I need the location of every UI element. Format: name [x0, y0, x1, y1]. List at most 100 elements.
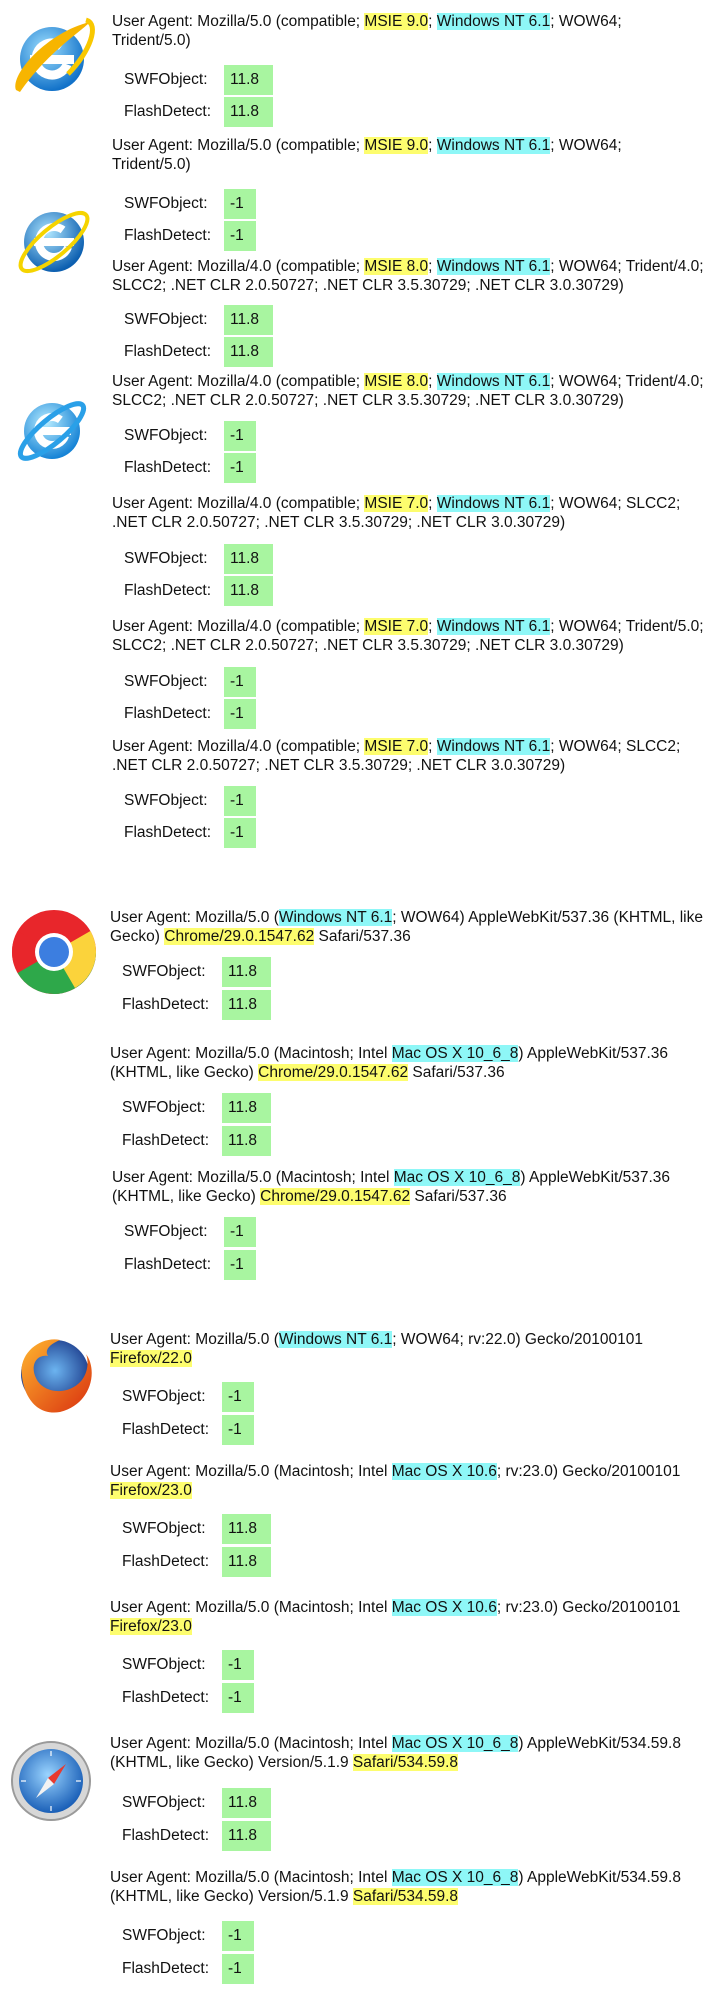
- browser-version-highlight: Chrome/29.0.1547.62: [260, 1188, 411, 1205]
- flashdetect-row: FlashDetect: -1: [112, 452, 256, 484]
- user-agent-label: User Agent:: [110, 1331, 196, 1348]
- os-highlight: Windows NT 6.1: [436, 258, 551, 275]
- swfobject-row: SWFObject: -1: [112, 785, 256, 817]
- flashdetect-row: FlashDetect: 11.8: [112, 575, 273, 607]
- user-agent-label: User Agent:: [110, 1463, 196, 1480]
- swfobject-label: SWFObject:: [122, 1927, 206, 1944]
- os-highlight: Mac OS X 10_6_8: [391, 1045, 519, 1062]
- swfobject-label: SWFObject:: [124, 195, 208, 212]
- swfobject-label: SWFObject:: [124, 427, 208, 444]
- user-agent-segment: Mozilla/4.0 (compatible;: [197, 258, 365, 275]
- flashdetect-label: FlashDetect:: [124, 227, 212, 244]
- swfobject-row: SWFObject: 11.8: [110, 1092, 271, 1124]
- flashdetect-row: FlashDetect: 11.8: [110, 1820, 271, 1852]
- user-agent-label: User Agent:: [110, 1869, 196, 1886]
- user-agent-segment: ; WOW64; SLCC2;: [550, 495, 681, 512]
- os-highlight: Windows NT 6.1: [436, 618, 551, 635]
- swfobject-label: SWFObject:: [124, 792, 208, 809]
- user-agent-segment: SLCC2; .NET CLR 2.0.50727; .NET CLR 3.5.…: [112, 637, 624, 654]
- flashdetect-row: FlashDetect: -1: [110, 1682, 254, 1714]
- flashdetect-label: FlashDetect:: [124, 824, 212, 841]
- os-highlight: Windows NT 6.1: [278, 1331, 393, 1348]
- user-agent-segment: ;: [428, 618, 437, 635]
- user-agent-label: User Agent:: [112, 1169, 198, 1186]
- user-agent-label: User Agent:: [110, 1599, 196, 1616]
- flashdetect-value: -1: [224, 1250, 256, 1280]
- swfobject-label: SWFObject:: [122, 1388, 206, 1405]
- internet-explorer-9-logo-icon: [15, 17, 95, 92]
- user-agent-text: User Agent: Mozilla/4.0 (compatible; MSI…: [112, 617, 715, 655]
- user-agent-label: User Agent:: [112, 13, 198, 30]
- flashdetect-row: FlashDetect: 11.8: [110, 989, 271, 1021]
- swfobject-row: SWFObject: 11.8: [112, 304, 273, 336]
- browser-version-highlight: Firefox/23.0: [110, 1618, 192, 1635]
- user-agent-segment: (KHTML, like Gecko): [112, 1188, 261, 1205]
- internet-explorer-8-logo-icon: [18, 210, 90, 274]
- user-agent-text: User Agent: Mozilla/5.0 (compatible; MSI…: [112, 136, 715, 174]
- user-agent-text: User Agent: Mozilla/5.0 (Macintosh; Inte…: [110, 1734, 715, 1772]
- flashdetect-value: -1: [224, 818, 256, 848]
- user-agent-segment: Mozilla/5.0 (compatible;: [197, 13, 365, 30]
- flashdetect-row: FlashDetect: 11.8: [112, 96, 273, 128]
- user-agent-segment: (KHTML, like Gecko) Version/5.1.9: [110, 1888, 353, 1905]
- browser-version-highlight: MSIE 8.0: [364, 373, 429, 390]
- browser-version-highlight: MSIE 7.0: [364, 618, 429, 635]
- user-agent-label: User Agent:: [112, 137, 198, 154]
- user-agent-segment: ;: [428, 258, 437, 275]
- swfobject-row: SWFObject: 11.8: [112, 64, 273, 96]
- user-agent-segment: ; WOW64) AppleWebKit/537.36 (KHTML, like: [392, 909, 703, 926]
- swfobject-value: -1: [224, 1217, 256, 1247]
- user-agent-segment: ) AppleWebKit/537.36: [518, 1045, 669, 1062]
- swfobject-value: 11.8: [224, 65, 273, 95]
- user-agent-label: User Agent:: [112, 495, 198, 512]
- swfobject-value: -1: [224, 421, 256, 451]
- user-agent-segment: ; WOW64; SLCC2;: [550, 738, 681, 755]
- user-agent-segment: Mozilla/5.0 (: [195, 1331, 279, 1348]
- user-agent-segment: Gecko): [110, 928, 165, 945]
- flashdetect-value: 11.8: [224, 97, 273, 127]
- user-agent-label: User Agent:: [110, 1045, 196, 1062]
- user-agent-segment: Trident/5.0): [112, 156, 191, 173]
- user-agent-segment: ; WOW64;: [550, 13, 622, 30]
- swfobject-value: -1: [222, 1921, 254, 1951]
- swfobject-value: -1: [224, 189, 256, 219]
- user-agent-text: User Agent: Mozilla/4.0 (compatible; MSI…: [112, 494, 715, 532]
- user-agent-segment: .NET CLR 2.0.50727; .NET CLR 3.5.30729; …: [112, 514, 566, 531]
- flashdetect-label: FlashDetect:: [122, 996, 210, 1013]
- flashdetect-value: 11.8: [224, 337, 273, 367]
- user-agent-text: User Agent: Mozilla/5.0 (Macintosh; Inte…: [112, 1168, 715, 1206]
- swfobject-value: 11.8: [224, 544, 273, 574]
- user-agent-segment: Trident/5.0): [112, 32, 191, 49]
- swfobject-label: SWFObject:: [124, 311, 208, 328]
- flashdetect-row: FlashDetect: 11.8: [110, 1546, 271, 1578]
- flashdetect-label: FlashDetect:: [124, 459, 212, 476]
- user-agent-segment: Mozilla/5.0 (Macintosh; Intel: [195, 1869, 392, 1886]
- browser-version-highlight: Chrome/29.0.1547.62: [258, 1064, 409, 1081]
- user-agent-label: User Agent:: [112, 618, 198, 635]
- flashdetect-value: 11.8: [222, 990, 271, 1020]
- os-highlight: Mac OS X 10_6_8: [391, 1735, 519, 1752]
- swfobject-row: SWFObject: 11.8: [112, 543, 273, 575]
- flashdetect-row: FlashDetect: 11.8: [110, 1125, 271, 1157]
- os-highlight: Mac OS X 10.6: [391, 1463, 497, 1480]
- user-agent-segment: Mozilla/4.0 (compatible;: [197, 373, 365, 390]
- user-agent-segment: ; WOW64;: [550, 137, 622, 154]
- user-agent-segment: ;: [428, 13, 437, 30]
- os-highlight: Windows NT 6.1: [436, 13, 551, 30]
- user-agent-segment: ; rv:23.0) Gecko/20100101: [496, 1463, 681, 1480]
- browser-version-highlight: Safari/534.59.8: [352, 1888, 459, 1905]
- swfobject-value: 11.8: [222, 1514, 271, 1544]
- flashdetect-row: FlashDetect: -1: [112, 817, 256, 849]
- swfobject-row: SWFObject: 11.8: [110, 1787, 271, 1819]
- swfobject-row: SWFObject: 11.8: [110, 1513, 271, 1545]
- internet-explorer-7-logo-icon: [17, 401, 87, 461]
- user-agent-segment: ) AppleWebKit/537.36: [520, 1169, 671, 1186]
- browser-version-highlight: Firefox/23.0: [110, 1482, 192, 1499]
- flashdetect-value: -1: [222, 1683, 254, 1713]
- browser-version-highlight: Safari/534.59.8: [352, 1754, 459, 1771]
- browser-version-highlight: MSIE 7.0: [364, 495, 429, 512]
- flashdetect-label: FlashDetect:: [124, 582, 212, 599]
- flashdetect-label: FlashDetect:: [122, 1132, 210, 1149]
- browser-version-highlight: MSIE 9.0: [364, 137, 429, 154]
- flashdetect-label: FlashDetect:: [124, 103, 212, 120]
